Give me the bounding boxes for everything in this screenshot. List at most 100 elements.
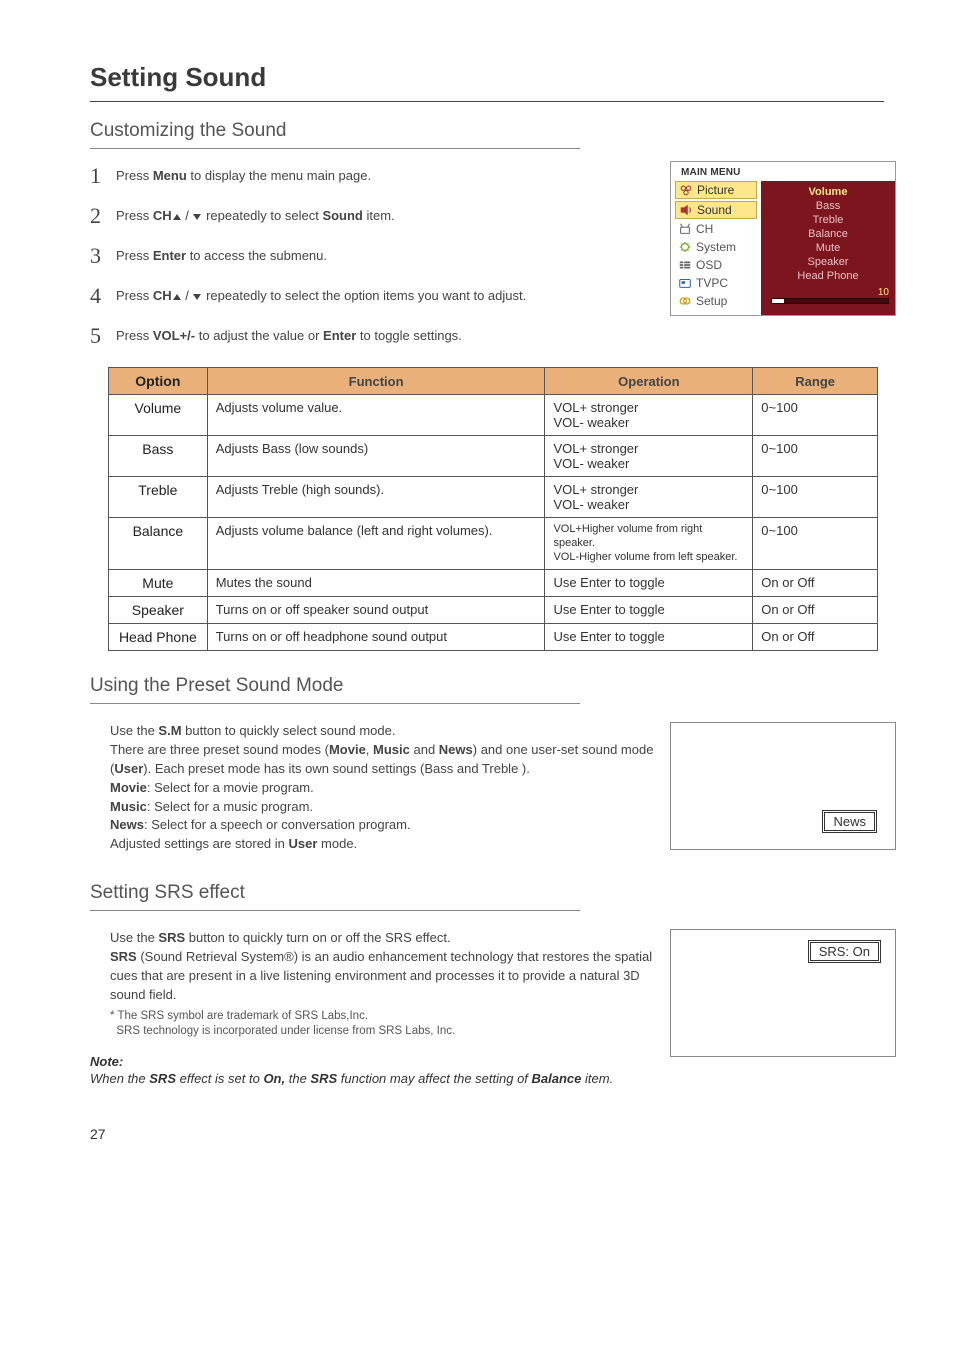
- cell-operation: Use Enter to toggle: [545, 624, 753, 651]
- cell-function: Adjusts volume balance (left and right v…: [207, 518, 545, 570]
- step-text: Press CH / repeatedly to select Sound it…: [116, 207, 395, 225]
- table-row: BassAdjusts Bass (low sounds)VOL+ strong…: [109, 436, 878, 477]
- section-preset-heading: Using the Preset Sound Mode: [90, 675, 884, 697]
- step-item: 1Press Menu to display the menu main pag…: [90, 167, 655, 189]
- section-rule: [90, 148, 580, 149]
- osd-menu-label: OSD: [696, 258, 722, 272]
- osd-menu-item: Sound: [675, 201, 757, 219]
- osd-menu-icon: [678, 222, 692, 236]
- table-row: BalanceAdjusts volume balance (left and …: [109, 518, 878, 570]
- cell-function: Turns on or off headphone sound output: [207, 624, 545, 651]
- step-text: Press CH / repeatedly to select the opti…: [116, 287, 526, 305]
- osd-menu-item: System: [675, 239, 757, 255]
- osd-menu-label: Picture: [697, 183, 734, 197]
- osd-main-menu-panel: MAIN MENU Picture Sound CH System OSD TVPC Set…: [670, 161, 896, 316]
- srs-side-box: SRS: On: [670, 929, 896, 1057]
- cell-operation: VOL+ strongerVOL- weaker: [545, 477, 753, 518]
- cell-operation: VOL+ strongerVOL- weaker: [545, 395, 753, 436]
- steps-list: 1Press Menu to display the menu main pag…: [90, 167, 655, 349]
- osd-sub-item: Treble: [767, 213, 889, 227]
- table-row: Head PhoneTurns on or off headphone soun…: [109, 624, 878, 651]
- arrow-down-icon: [193, 294, 201, 300]
- osd-sub-item: Bass: [767, 199, 889, 213]
- cell-range: On or Off: [753, 624, 878, 651]
- osd-menu-icon: [678, 276, 692, 290]
- section-customize-heading: Customizing the Sound: [90, 120, 884, 142]
- cell-option: Mute: [109, 570, 208, 597]
- osd-menu-label: TVPC: [696, 276, 728, 290]
- cell-option: Treble: [109, 477, 208, 518]
- osd-menu-item: OSD: [675, 257, 757, 273]
- osd-slider-track: [771, 298, 889, 304]
- th-operation: Operation: [545, 368, 753, 395]
- th-option: Option: [109, 368, 208, 395]
- osd-sub-volume: Volume: [767, 185, 889, 199]
- cell-option: Bass: [109, 436, 208, 477]
- cell-operation: Use Enter to toggle: [545, 570, 753, 597]
- osd-menu-item: CH: [675, 221, 757, 237]
- page-title: Setting Sound: [90, 62, 884, 93]
- osd-sub-item: Speaker: [767, 255, 889, 269]
- table-row: VolumeAdjusts volume value.VOL+ stronger…: [109, 395, 878, 436]
- osd-menu-label: CH: [696, 222, 713, 236]
- osd-menu-label: System: [696, 240, 736, 254]
- osd-sub-item: Balance: [767, 227, 889, 241]
- th-function: Function: [207, 368, 545, 395]
- preset-side-label: News: [824, 812, 875, 831]
- cell-operation: VOL+Higher volume from right speaker.VOL…: [545, 518, 753, 570]
- step-number: 4: [90, 285, 116, 307]
- arrow-up-icon: [173, 214, 181, 220]
- cell-function: Adjusts Bass (low sounds): [207, 436, 545, 477]
- options-table: Option Function Operation Range VolumeAd…: [108, 367, 878, 651]
- cell-option: Volume: [109, 395, 208, 436]
- preset-side-box: News: [670, 722, 896, 850]
- th-range: Range: [753, 368, 878, 395]
- srs-body: Use the SRS button to quickly turn on or…: [110, 929, 675, 1004]
- cell-function: Adjusts Treble (high sounds).: [207, 477, 545, 518]
- srs-side-label: SRS: On: [810, 942, 879, 961]
- step-text: Press Enter to access the submenu.: [116, 247, 327, 265]
- title-rule: [90, 101, 884, 102]
- step-item: 2Press CH / repeatedly to select Sound i…: [90, 207, 655, 229]
- table-row: MuteMutes the soundUse Enter to toggleOn…: [109, 570, 878, 597]
- cell-operation: Use Enter to toggle: [545, 597, 753, 624]
- arrow-down-icon: [193, 214, 201, 220]
- osd-submenu: Volume BassTrebleBalanceMuteSpeakerHead …: [761, 181, 895, 315]
- step-item: 4Press CH / repeatedly to select the opt…: [90, 287, 655, 309]
- cell-range: On or Off: [753, 597, 878, 624]
- preset-body: Use the S.M button to quickly select sou…: [110, 722, 675, 854]
- section-rule: [90, 910, 580, 911]
- cell-range: 0~100: [753, 477, 878, 518]
- step-number: 5: [90, 325, 116, 347]
- cell-function: Turns on or off speaker sound output: [207, 597, 545, 624]
- cell-function: Mutes the sound: [207, 570, 545, 597]
- cell-range: 0~100: [753, 518, 878, 570]
- cell-operation: VOL+ strongerVOL- weaker: [545, 436, 753, 477]
- osd-menu-label: Sound: [697, 203, 732, 217]
- page-number: 27: [90, 1126, 884, 1142]
- step-item: 5Press VOL+/- to adjust the value or Ent…: [90, 327, 655, 349]
- cell-range: 0~100: [753, 395, 878, 436]
- osd-menu-icon: [678, 294, 692, 308]
- section-rule: [90, 703, 580, 704]
- step-number: 3: [90, 245, 116, 267]
- step-item: 3Press Enter to access the submenu.: [90, 247, 655, 269]
- table-row: TrebleAdjusts Treble (high sounds).VOL+ …: [109, 477, 878, 518]
- arrow-up-icon: [173, 294, 181, 300]
- cell-option: Head Phone: [109, 624, 208, 651]
- cell-option: Speaker: [109, 597, 208, 624]
- table-row: SpeakerTurns on or off speaker sound out…: [109, 597, 878, 624]
- note-text: When the SRS effect is set to On, the SR…: [90, 1071, 884, 1086]
- step-text: Press Menu to display the menu main page…: [116, 167, 371, 185]
- osd-menu-item: Picture: [675, 181, 757, 199]
- osd-title: MAIN MENU: [671, 162, 895, 181]
- osd-menu-icon: [679, 203, 693, 217]
- osd-menu-item: Setup: [675, 293, 757, 309]
- step-number: 2: [90, 205, 116, 227]
- step-number: 1: [90, 165, 116, 187]
- osd-menu-item: TVPC: [675, 275, 757, 291]
- osd-slider-value: 10: [878, 287, 889, 298]
- section-srs-heading: Setting SRS effect: [90, 882, 884, 904]
- osd-slider-fill: [772, 299, 784, 303]
- cell-function: Adjusts volume value.: [207, 395, 545, 436]
